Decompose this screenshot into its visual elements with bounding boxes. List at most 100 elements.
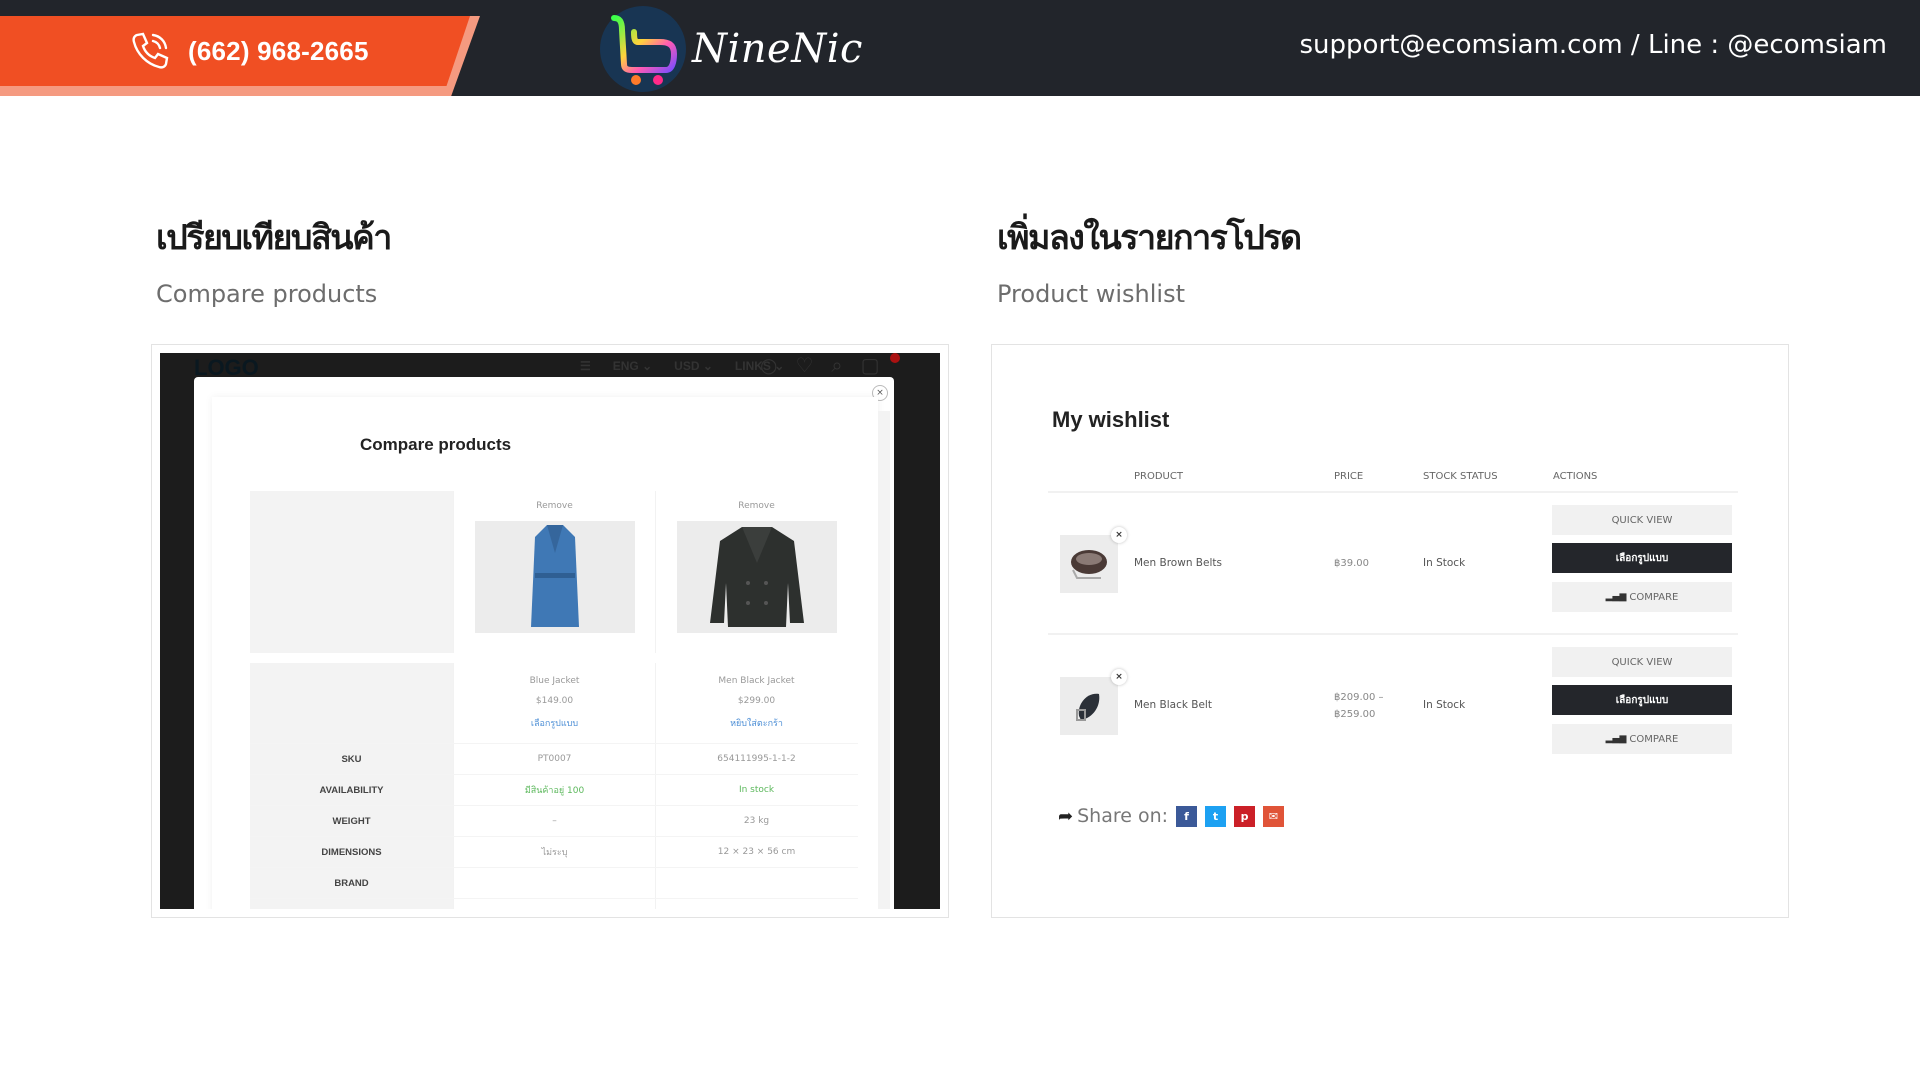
user-icon[interactable]: ○ bbox=[760, 353, 777, 377]
belt-icon bbox=[1071, 550, 1107, 579]
remove-item-button[interactable]: × bbox=[1111, 527, 1127, 543]
heart-icon[interactable]: ♡ bbox=[795, 353, 813, 377]
phone-badge[interactable]: (662) 968-2665 bbox=[0, 16, 470, 86]
compare-button[interactable]: ▂▄▆ COMPARE bbox=[1552, 724, 1732, 754]
compare-row-brand: BRAND bbox=[250, 867, 858, 898]
compare-section-heading: เปรียบเทียบสินค้า Compare products bbox=[156, 210, 392, 308]
brand-logo[interactable]: NineNic bbox=[600, 6, 863, 92]
logo-wordmark: NineNic bbox=[692, 26, 863, 72]
compare-subtitle: Compare products bbox=[156, 280, 378, 308]
product-thumb-brown-belt[interactable] bbox=[1060, 535, 1118, 593]
weight-value: 23 kg bbox=[655, 806, 857, 836]
compare-button[interactable]: ▂▄▆ COMPARE bbox=[1552, 582, 1732, 612]
price-max: ฿259.00 bbox=[1334, 709, 1376, 720]
product-price: $149.00 bbox=[535, 696, 574, 706]
product-name[interactable]: Men Brown Belts bbox=[1134, 557, 1222, 569]
scrollbar[interactable] bbox=[878, 411, 890, 909]
select-options-link[interactable]: เลือกรูปแบบ bbox=[531, 716, 578, 730]
compare-row-sku: SKU PT0007 654111995-1-1-2 bbox=[250, 743, 858, 774]
share-bar: ➦ Share on: f t p ✉ bbox=[1058, 805, 1285, 827]
wishlist-title-thai: เพิ่มลงในรายการโปรด bbox=[997, 218, 1302, 258]
quick-view-button[interactable]: QUICK VIEW bbox=[1552, 647, 1732, 677]
add-to-cart-link[interactable]: หยิบใส่ตะกร้า bbox=[730, 716, 783, 730]
modal-title: Compare products bbox=[360, 435, 512, 454]
compare-screenshot-card: LOGO ☰ ENG ⌄ USD ⌄ LINKS ⌄ ○ ♡ ⌕ ▢ × Com… bbox=[151, 344, 949, 918]
nav-currency[interactable]: USD ⌄ bbox=[674, 359, 713, 373]
top-bar: (662) 968-2665 NineNic support@ecomsiam.… bbox=[0, 0, 1920, 96]
share-icon: ➦ bbox=[1058, 805, 1074, 827]
cart-icon[interactable]: ▢ bbox=[861, 353, 880, 377]
product-name[interactable]: Men Black Belt bbox=[1134, 699, 1212, 711]
compare-row-images: Remove Remove bbox=[250, 491, 858, 653]
coat-icon bbox=[530, 525, 579, 627]
wishlist-subtitle: Product wishlist bbox=[997, 280, 1186, 308]
bar-chart-icon: ▂▄▆ bbox=[1605, 592, 1627, 602]
compare-row-info: Blue Jacket $149.00 เลือกรูปแบบ Men Blac… bbox=[250, 663, 858, 743]
wishlist-title: My wishlist bbox=[1052, 407, 1170, 432]
remove-link[interactable]: Remove bbox=[536, 501, 573, 511]
product-price: $299.00 bbox=[737, 696, 776, 706]
compare-label: COMPARE bbox=[1629, 591, 1679, 603]
col-actions: ACTIONS bbox=[1553, 471, 1598, 482]
col-price: PRICE bbox=[1334, 471, 1364, 482]
product-thumb-black-belt[interactable] bbox=[1060, 677, 1118, 735]
wishlist-section-heading: เพิ่มลงในรายการโปรด Product wishlist bbox=[997, 210, 1302, 308]
color-value bbox=[655, 899, 857, 909]
nav-language[interactable]: ENG ⌄ bbox=[613, 359, 652, 373]
weight-value: – bbox=[453, 806, 655, 836]
bar-chart-icon: ▂▄▆ bbox=[1605, 734, 1627, 744]
cart-logo-icon bbox=[600, 6, 686, 92]
compare-row-dimensions: DIMENSIONS ไม่ระบุ 12 × 23 × 56 cm bbox=[250, 836, 858, 867]
brand-value bbox=[655, 868, 857, 898]
select-options-button[interactable]: เลือกรูปแบบ bbox=[1552, 685, 1732, 715]
pinterest-icon[interactable]: p bbox=[1234, 805, 1256, 827]
search-icon[interactable]: ⌕ bbox=[831, 353, 842, 377]
compare-modal: × Compare products Remove Remove Blue Ja… bbox=[194, 377, 894, 909]
price-min: ฿209.00 – bbox=[1334, 692, 1384, 703]
compare-label-empty bbox=[250, 663, 453, 743]
contact-info[interactable]: support@ecomsiam.com / Line : @ecomsiam bbox=[1300, 30, 1888, 60]
menu-icon: ☰ bbox=[580, 359, 591, 373]
label-sku: SKU bbox=[250, 744, 453, 774]
phone-number[interactable]: (662) 968-2665 bbox=[188, 36, 369, 67]
color-value bbox=[453, 899, 655, 909]
availability-value: มีสินค้าอยู่ 100 bbox=[453, 775, 655, 805]
twitter-icon[interactable]: t bbox=[1205, 805, 1227, 827]
wishlist-row: × Men Black Belt ฿209.00 – ฿259.00 In St… bbox=[1048, 637, 1738, 777]
facebook-icon[interactable]: f bbox=[1176, 805, 1198, 827]
compare-info-cell: Men Black Jacket $299.00 หยิบใส่ตะกร้า bbox=[655, 663, 857, 743]
product-price: ฿39.00 bbox=[1334, 558, 1369, 569]
compare-product-cell: Remove bbox=[655, 491, 857, 653]
email-icon[interactable]: ✉ bbox=[1263, 805, 1285, 827]
select-options-button[interactable]: เลือกรูปแบบ bbox=[1552, 543, 1732, 573]
compare-row-availability: AVAILABILITY มีสินค้าอยู่ 100 In stock bbox=[250, 774, 858, 805]
product-image-blue-jacket[interactable] bbox=[474, 521, 635, 633]
label-availability: AVAILABILITY bbox=[250, 775, 453, 805]
remove-link[interactable]: Remove bbox=[738, 501, 775, 511]
belt-icon bbox=[1076, 693, 1100, 721]
product-name[interactable]: Blue Jacket bbox=[530, 676, 580, 686]
dimensions-value: ไม่ระบุ bbox=[453, 837, 655, 867]
quick-view-button[interactable]: QUICK VIEW bbox=[1552, 505, 1732, 535]
brand-value bbox=[453, 868, 655, 898]
product-image-black-jacket[interactable] bbox=[676, 521, 837, 633]
stock-status: In Stock bbox=[1423, 557, 1466, 569]
remove-item-button[interactable]: × bbox=[1111, 669, 1127, 685]
wishlist-table-header: PRODUCT PRICE STOCK STATUS ACTIONS bbox=[1048, 471, 1738, 493]
availability-value: In stock bbox=[655, 775, 857, 805]
label-weight: WEIGHT bbox=[250, 806, 453, 836]
sku-value: 654111995-1-1-2 bbox=[655, 744, 857, 774]
compare-info-cell: Blue Jacket $149.00 เลือกรูปแบบ bbox=[453, 663, 655, 743]
wishlist-screenshot-card: My wishlist PRODUCT PRICE STOCK STATUS A… bbox=[991, 344, 1789, 918]
col-product: PRODUCT bbox=[1134, 471, 1183, 482]
compare-label-empty bbox=[250, 491, 453, 653]
stock-status: In Stock bbox=[1423, 699, 1466, 711]
site-nav: ☰ ENG ⌄ USD ⌄ LINKS ⌄ bbox=[580, 359, 784, 373]
compare-title-thai: เปรียบเทียบสินค้า bbox=[156, 218, 392, 258]
compare-row-weight: WEIGHT – 23 kg bbox=[250, 805, 858, 836]
product-price: ฿209.00 – ฿259.00 bbox=[1334, 689, 1384, 723]
product-name[interactable]: Men Black Jacket bbox=[718, 676, 794, 686]
compare-modal-body: Compare products Remove Remove Blue Jack… bbox=[212, 397, 890, 909]
compare-label: COMPARE bbox=[1629, 733, 1679, 745]
label-brand: BRAND bbox=[250, 868, 453, 898]
